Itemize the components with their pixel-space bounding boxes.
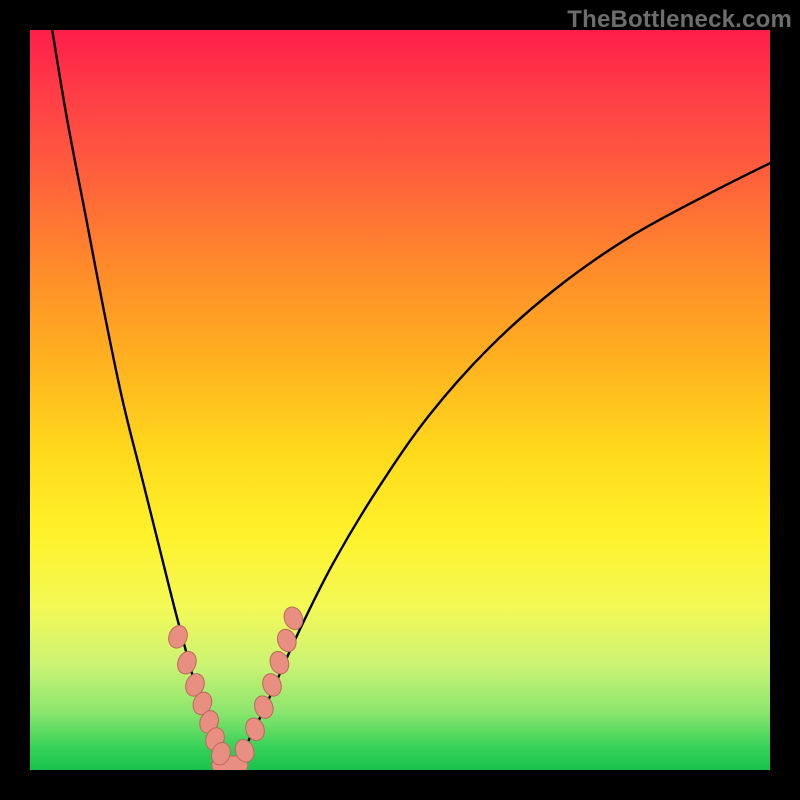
bead-marker — [243, 715, 268, 743]
curve-right-branch — [230, 163, 770, 770]
curve-left-branch — [52, 30, 230, 770]
chart-stage: TheBottleneck.com — [0, 0, 800, 800]
bead-group — [166, 604, 306, 770]
bead-marker — [281, 604, 306, 632]
bead-marker — [260, 671, 285, 699]
bead-marker — [274, 627, 299, 655]
curve-group — [52, 30, 770, 770]
bead-marker — [175, 649, 200, 677]
bead-marker — [251, 693, 276, 721]
curve-overlay — [30, 30, 770, 770]
plot-area — [30, 30, 770, 770]
bead-marker — [166, 623, 191, 651]
